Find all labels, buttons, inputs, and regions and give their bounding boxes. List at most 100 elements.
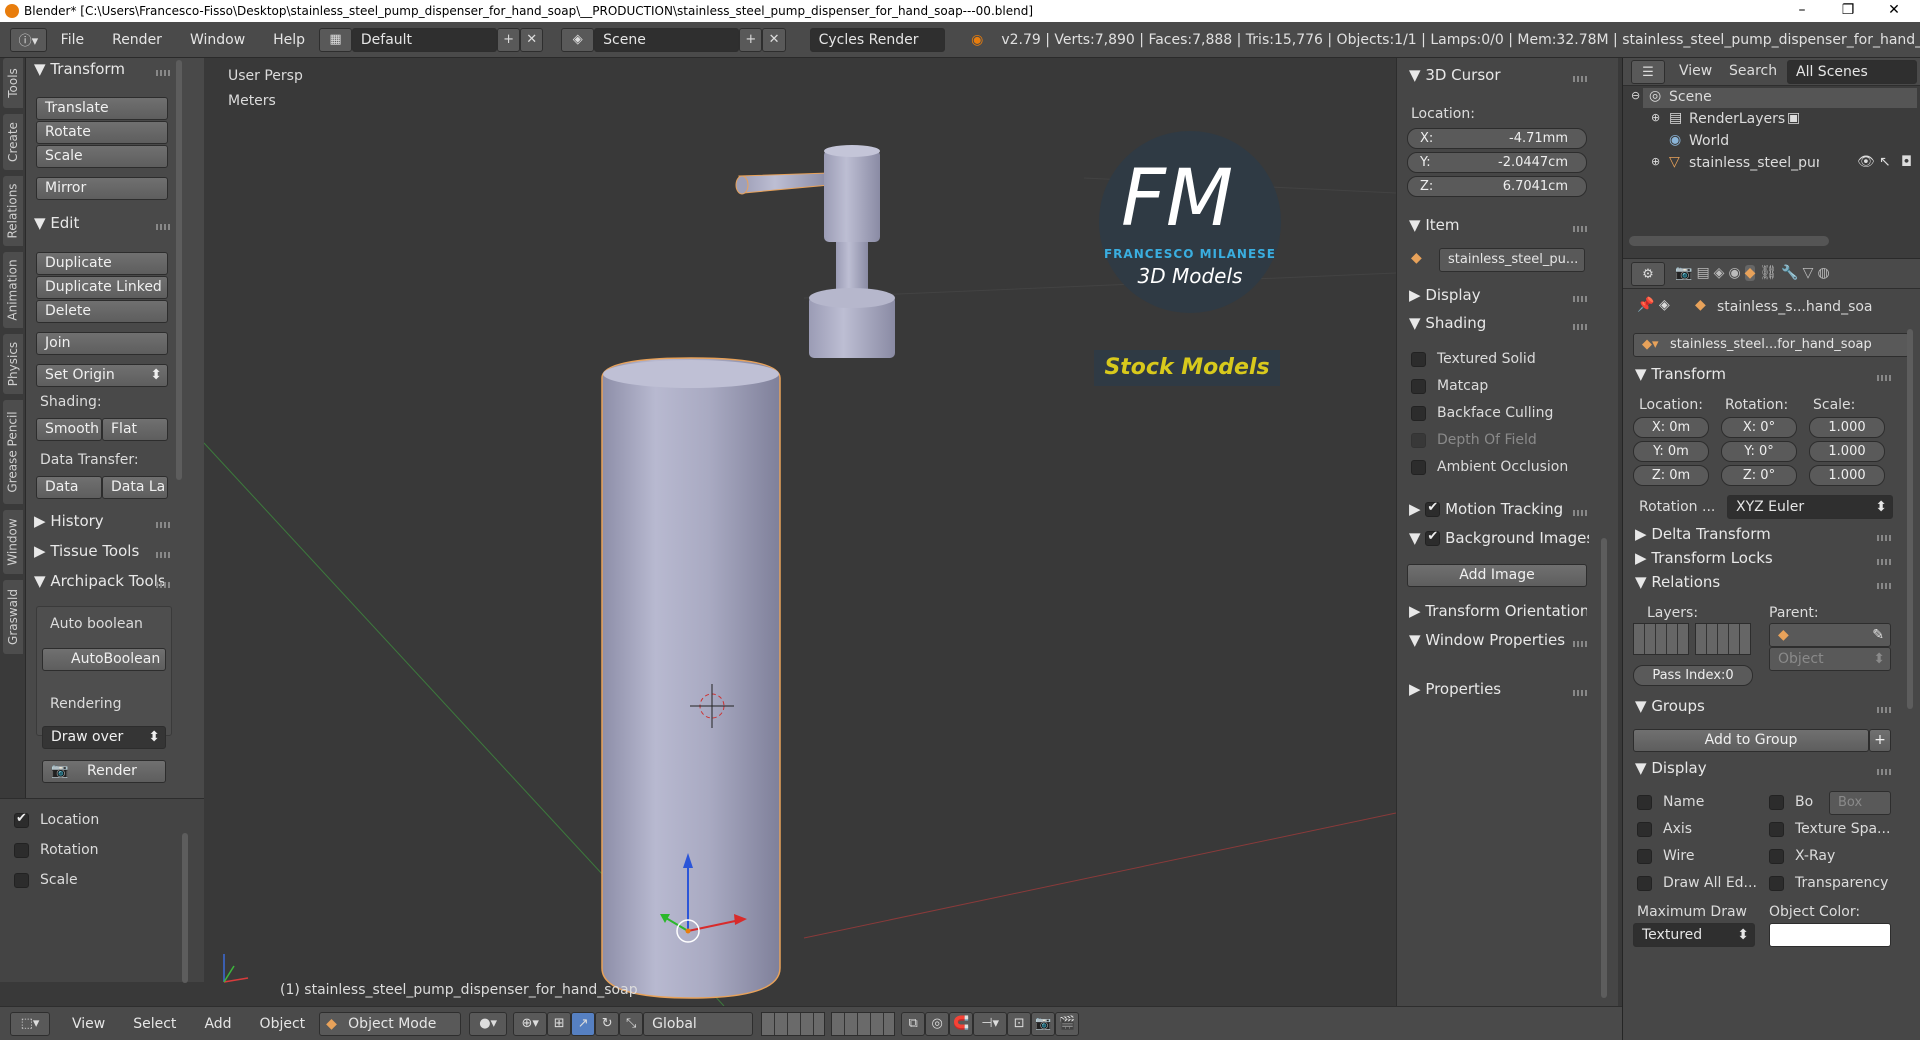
location-checkbox[interactable] bbox=[14, 811, 29, 828]
scale-x-field[interactable]: 1.000 bbox=[1809, 417, 1885, 438]
panel-grip-icon[interactable] bbox=[156, 552, 170, 558]
textured-solid-checkbox[interactable] bbox=[1411, 352, 1426, 367]
data-button[interactable]: Data bbox=[36, 476, 102, 499]
render-camera-icon[interactable]: ◘ bbox=[1901, 154, 1912, 170]
pass-index-field[interactable]: Pass Index:0 bbox=[1633, 665, 1753, 686]
bg-images-checkbox[interactable] bbox=[1425, 529, 1441, 546]
props-transform-header[interactable]: ▼ Transform bbox=[1635, 365, 1726, 383]
display-header[interactable]: ▶ Display bbox=[1409, 286, 1481, 304]
bounds-type-select[interactable]: Box bbox=[1829, 791, 1891, 815]
parent-type-select[interactable]: Object ⬍ bbox=[1769, 647, 1891, 671]
eyedropper-icon[interactable]: ✎ bbox=[1872, 624, 1884, 646]
transform-orientations-header[interactable]: ▶ Transform Orientations bbox=[1409, 602, 1587, 620]
bg-images-header[interactable]: ▼ Background Images bbox=[1409, 529, 1589, 547]
tool-shelf-scrollbar[interactable] bbox=[176, 60, 182, 480]
panel-grip-icon[interactable] bbox=[1877, 535, 1891, 541]
bounds-checkbox[interactable] bbox=[1769, 795, 1784, 810]
backface-checkbox[interactable] bbox=[1411, 406, 1426, 421]
archipack-panel-header[interactable]: ▼ Archipack Tools bbox=[34, 572, 164, 590]
menu-view[interactable]: View bbox=[58, 1016, 119, 1032]
wire-checkbox[interactable] bbox=[1637, 849, 1652, 864]
loc-y-field[interactable]: Y: 0m bbox=[1633, 441, 1709, 462]
add-image-button[interactable]: Add Image bbox=[1407, 564, 1587, 587]
menu-file[interactable]: File bbox=[47, 32, 98, 48]
layers-grid-a[interactable] bbox=[1633, 623, 1689, 655]
set-origin-select[interactable]: Set Origin ⬍ bbox=[36, 364, 168, 387]
panel-grip-icon[interactable] bbox=[1877, 583, 1891, 589]
autoboolean-button[interactable]: AutoBoolean bbox=[42, 648, 166, 671]
scale-z-field[interactable]: 1.000 bbox=[1809, 465, 1885, 486]
layers-grid-b[interactable] bbox=[1695, 623, 1751, 655]
transform-locks-header[interactable]: ▶ Transform Locks bbox=[1635, 549, 1773, 567]
layer-buttons-a[interactable] bbox=[761, 1011, 826, 1036]
outliner-hscrollbar[interactable] bbox=[1629, 236, 1829, 246]
pivot-point-icon[interactable]: ⊕▾ bbox=[513, 1011, 548, 1036]
select-cursor-icon[interactable]: ↖ bbox=[1879, 154, 1891, 170]
pin-icon[interactable]: 📌 bbox=[1637, 297, 1654, 313]
scale-y-field[interactable]: 1.000 bbox=[1809, 441, 1885, 462]
lock-layers-icon[interactable]: ⧉ bbox=[901, 1011, 926, 1036]
renderlayers-row[interactable]: ⊕ ▤ RenderLayers ▣ bbox=[1651, 110, 1917, 130]
outliner-editor-icon[interactable]: ☰ bbox=[1631, 60, 1665, 84]
panel-grip-icon[interactable] bbox=[1573, 324, 1587, 330]
translate-button[interactable]: Translate bbox=[36, 97, 168, 120]
render-engine-select[interactable]: Cycles Render bbox=[809, 27, 946, 52]
panel-grip-icon[interactable] bbox=[1877, 375, 1891, 381]
outliner-view-menu[interactable]: View bbox=[1679, 63, 1712, 79]
props-scrollbar[interactable] bbox=[1907, 329, 1913, 709]
mirror-button[interactable]: Mirror bbox=[36, 177, 168, 200]
item-name-field[interactable]: stainless_steel_pu... bbox=[1439, 248, 1585, 272]
render-icon[interactable]: ▣ bbox=[1787, 110, 1800, 126]
panel-grip-icon[interactable] bbox=[156, 582, 170, 588]
snap-toggle-icon[interactable]: 🧲 bbox=[949, 1011, 974, 1036]
object-color-swatch[interactable] bbox=[1769, 923, 1891, 947]
last-operator-scrollbar[interactable] bbox=[182, 833, 188, 983]
display-mode-select[interactable]: All Scenes bbox=[1787, 60, 1917, 84]
rot-x-field[interactable]: X: 0° bbox=[1721, 417, 1797, 438]
expand-icon[interactable]: ⊕ bbox=[1651, 111, 1660, 124]
panel-grip-icon[interactable] bbox=[1877, 559, 1891, 565]
parent-field[interactable]: ◆ ✎ bbox=[1769, 623, 1891, 647]
properties-header[interactable]: ▶ Properties bbox=[1409, 680, 1501, 698]
constraints-tab-icon[interactable]: ⛓ bbox=[1759, 265, 1777, 281]
history-panel-header[interactable]: ▶ History bbox=[34, 512, 104, 530]
rot-z-field[interactable]: Z: 0° bbox=[1721, 465, 1797, 486]
props-display-header[interactable]: ▼ Display bbox=[1635, 759, 1707, 777]
draw-all-edges-checkbox[interactable] bbox=[1637, 876, 1652, 891]
menu-object[interactable]: Object bbox=[246, 1016, 320, 1032]
screen-layout-icon[interactable]: ▦ bbox=[319, 27, 352, 52]
screen-layout-field[interactable]: Default bbox=[351, 27, 497, 52]
menu-window[interactable]: Window bbox=[176, 32, 259, 48]
shading-header[interactable]: ▼ Shading bbox=[1409, 314, 1486, 332]
scene-icon[interactable]: ◈ bbox=[561, 27, 595, 52]
texture-space-checkbox[interactable] bbox=[1769, 822, 1784, 837]
props-editor-icon[interactable]: ⚙ bbox=[1631, 262, 1665, 286]
panel-grip-icon[interactable] bbox=[1573, 641, 1587, 647]
xray-checkbox[interactable] bbox=[1769, 849, 1784, 864]
object-row[interactable]: ⊕ ▽ stainless_steel_pump_ 👁 ↖ ◘ bbox=[1651, 154, 1917, 174]
name-checkbox[interactable] bbox=[1637, 795, 1652, 810]
tab-tools[interactable]: Tools bbox=[3, 58, 23, 108]
rotation-mode-select[interactable]: XYZ Euler ⬍ bbox=[1727, 495, 1893, 519]
add-group-plus-icon[interactable]: + bbox=[1869, 729, 1891, 752]
translate-manipulator-icon[interactable]: ↗ bbox=[571, 1011, 596, 1036]
loc-x-field[interactable]: X: 0m bbox=[1633, 417, 1709, 438]
tab-grease-pencil[interactable]: Grease Pencil bbox=[3, 400, 23, 504]
outliner-search-menu[interactable]: Search bbox=[1729, 63, 1777, 79]
npanel-scrollbar[interactable] bbox=[1601, 538, 1607, 998]
remove-layout-icon[interactable]: ✕ bbox=[520, 27, 544, 52]
motion-tracking-header[interactable]: ▶ Motion Tracking bbox=[1409, 500, 1563, 518]
expand-icon[interactable]: ⊕ bbox=[1651, 155, 1660, 168]
axis-checkbox[interactable] bbox=[1637, 822, 1652, 837]
scene-row[interactable]: ⊖ ◎ Scene bbox=[1631, 88, 1917, 108]
motion-tracking-checkbox[interactable] bbox=[1425, 500, 1441, 517]
close-button[interactable]: ✕ bbox=[1872, 0, 1916, 22]
draw-over-select[interactable]: Draw over ⬍ bbox=[42, 726, 166, 749]
transform-panel-header[interactable]: ▼ Transform bbox=[34, 60, 125, 78]
panel-grip-icon[interactable] bbox=[1877, 769, 1891, 775]
menu-help[interactable]: Help bbox=[259, 32, 319, 48]
3d-cursor-header[interactable]: ▼ 3D Cursor bbox=[1409, 66, 1500, 84]
scale-manipulator-icon[interactable]: ⤡ bbox=[619, 1011, 644, 1036]
panel-grip-icon[interactable] bbox=[1877, 707, 1891, 713]
scene-tab-icon[interactable]: ◈ bbox=[1714, 265, 1725, 281]
